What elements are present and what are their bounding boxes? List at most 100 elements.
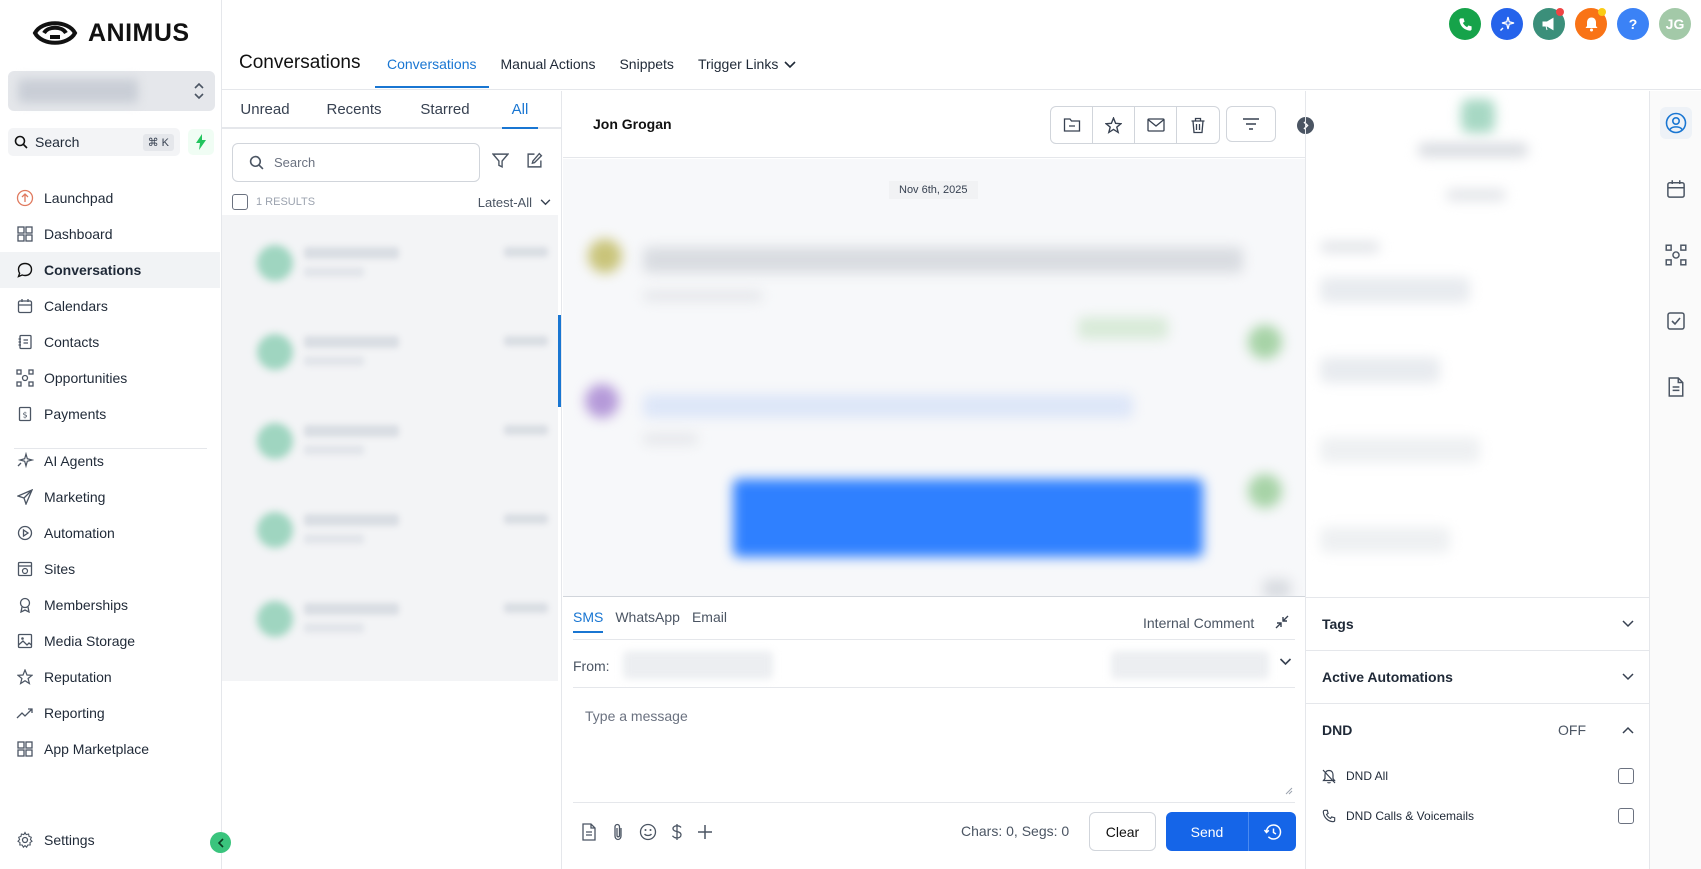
sidebar-item-marketing[interactable]: Marketing — [0, 479, 222, 515]
sidebar-item-app-marketplace[interactable]: App Marketplace — [0, 731, 222, 767]
gear-icon — [16, 831, 34, 849]
rail-contact-button[interactable] — [1660, 107, 1692, 139]
sidebar-item-reporting[interactable]: Reporting — [0, 695, 222, 731]
send-button[interactable]: Send — [1166, 812, 1249, 851]
emoji-icon[interactable] — [639, 823, 657, 841]
schedule-button[interactable] — [1249, 812, 1296, 851]
tab-snippets[interactable]: Snippets — [607, 56, 685, 88]
list-item[interactable] — [222, 215, 558, 304]
tags-header[interactable]: Tags — [1306, 598, 1650, 650]
sort-dropdown[interactable]: Latest-All — [478, 195, 551, 210]
list-item[interactable] — [222, 304, 558, 393]
award-icon — [16, 596, 34, 614]
from-number-redacted[interactable] — [623, 651, 773, 679]
tab-manual-actions[interactable]: Manual Actions — [489, 56, 608, 88]
filter-tab-unread[interactable]: Unread — [222, 91, 308, 127]
automation-icon — [16, 524, 34, 542]
opportunities-icon — [16, 369, 34, 387]
delete-button[interactable] — [1177, 107, 1219, 143]
plus-icon[interactable] — [697, 823, 713, 841]
chevron-up-icon — [1622, 726, 1634, 734]
list-item[interactable] — [222, 393, 558, 482]
list-item[interactable] — [222, 482, 558, 571]
sidebar-item-conversations[interactable]: Conversations — [0, 252, 220, 288]
dnd-header[interactable]: DND OFF — [1306, 704, 1650, 756]
internal-comment-tab[interactable]: Internal Comment — [1143, 615, 1254, 631]
redacted-text — [304, 623, 364, 633]
notifications-button[interactable] — [1575, 8, 1607, 40]
attachment-icon[interactable] — [610, 823, 626, 841]
sidebar-item-dashboard[interactable]: Dashboard — [0, 216, 222, 252]
sidebar-item-reputation[interactable]: Reputation — [0, 659, 222, 695]
redacted-text — [1418, 143, 1528, 157]
rail-calendar-button[interactable] — [1660, 173, 1692, 205]
sidebar-item-media-storage[interactable]: Media Storage — [0, 623, 222, 659]
redacted-text — [304, 247, 399, 259]
sidebar-item-label: Reputation — [44, 669, 112, 685]
announcements-button[interactable] — [1533, 8, 1565, 40]
select-all-checkbox[interactable] — [232, 194, 248, 210]
filter-tab-all[interactable]: All — [502, 91, 538, 129]
conversation-search-input[interactable]: Search — [232, 143, 480, 182]
sidebar-item-automation[interactable]: Automation — [0, 515, 222, 551]
rail-opportunities-button[interactable] — [1660, 239, 1692, 271]
active-automations-header[interactable]: Active Automations — [1306, 651, 1650, 703]
trash-icon — [1191, 117, 1205, 133]
filter-tab-starred[interactable]: Starred — [400, 91, 490, 127]
dashboard-icon — [16, 225, 34, 243]
filter-icon[interactable] — [492, 152, 509, 169]
rail-notes-button[interactable] — [1660, 371, 1692, 403]
sidebar-item-sites[interactable]: Sites — [0, 551, 222, 587]
channel-tab-whatsapp[interactable]: WhatsApp — [615, 609, 680, 633]
avatar — [257, 334, 293, 370]
ai-assistant-button[interactable] — [1491, 8, 1523, 40]
chevron-down-icon[interactable] — [1279, 658, 1292, 666]
dollar-icon[interactable] — [670, 823, 684, 841]
minimize-icon[interactable] — [1275, 615, 1289, 629]
sidebar-item-contacts[interactable]: Contacts — [0, 324, 222, 360]
sidebar-search[interactable]: Search ⌘ K — [8, 128, 180, 156]
chat-panel: Jon Grogan Nov 6th, 2025 SMS WhatsApp Em… — [563, 91, 1314, 869]
mark-unread-button[interactable] — [1135, 107, 1177, 143]
send-icon — [16, 488, 34, 506]
compose-icon[interactable] — [526, 152, 543, 169]
active-automations-section[interactable]: Active Automations — [1306, 650, 1650, 703]
message-filter-button[interactable] — [1226, 106, 1276, 142]
help-button[interactable]: ? — [1617, 8, 1649, 40]
tags-section[interactable]: Tags — [1306, 597, 1650, 650]
grid-icon — [16, 740, 34, 758]
brand-logo[interactable]: ANIMUS — [32, 15, 190, 51]
folder-button[interactable] — [1051, 107, 1093, 143]
sidebar-item-opportunities[interactable]: Opportunities — [0, 360, 222, 396]
tab-conversations[interactable]: Conversations — [375, 56, 489, 88]
star-button[interactable] — [1093, 107, 1135, 143]
clear-button[interactable]: Clear — [1089, 812, 1156, 851]
page-title: Conversations — [239, 52, 361, 73]
template-icon[interactable] — [581, 823, 597, 841]
tab-trigger-links[interactable]: Trigger Links — [686, 56, 808, 88]
dnd-all-checkbox[interactable] — [1618, 768, 1634, 784]
rail-tasks-button[interactable] — [1660, 305, 1692, 337]
list-item[interactable] — [222, 571, 558, 660]
to-number-redacted[interactable] — [1111, 651, 1269, 679]
channel-tab-email[interactable]: Email — [692, 609, 727, 633]
resize-handle-icon[interactable] — [1285, 787, 1293, 795]
quick-action-button[interactable] — [188, 129, 214, 155]
sidebar-item-ai-agents[interactable]: AI Agents — [0, 443, 222, 479]
sidebar-item-settings[interactable]: Settings — [0, 822, 222, 858]
message-input[interactable]: Type a message — [585, 708, 688, 724]
filter-tab-recents[interactable]: Recents — [308, 91, 400, 127]
channel-tab-sms[interactable]: SMS — [573, 609, 604, 633]
tags-label: Tags — [1322, 616, 1354, 632]
user-avatar[interactable]: JG — [1659, 8, 1691, 40]
dnd-calls-checkbox[interactable] — [1618, 808, 1634, 824]
sidebar-nav-primary: Launchpad Dashboard Conversations Calend… — [0, 180, 222, 432]
sidebar-item-launchpad[interactable]: Launchpad — [0, 180, 222, 216]
dnd-all-row: DND All — [1306, 756, 1650, 796]
sidebar-item-payments[interactable]: $ Payments — [0, 396, 222, 432]
filter-lines-icon — [1243, 118, 1259, 130]
account-switcher[interactable] — [8, 71, 215, 111]
sidebar-item-memberships[interactable]: Memberships — [0, 587, 222, 623]
phone-button[interactable] — [1449, 8, 1481, 40]
sidebar-item-calendars[interactable]: Calendars — [0, 288, 222, 324]
